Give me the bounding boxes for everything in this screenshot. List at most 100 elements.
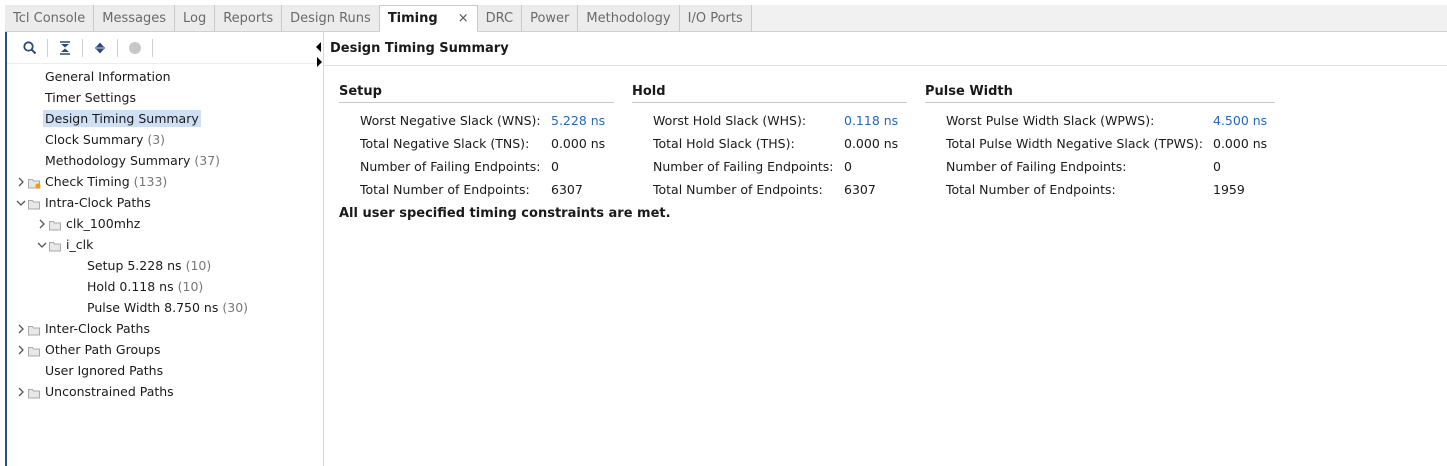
kv-key: Total Hold Slack (THS): bbox=[653, 136, 795, 151]
kv-value: 6307 bbox=[844, 182, 876, 197]
tree-item-methodology-summary[interactable]: Methodology Summary (37) bbox=[7, 150, 323, 171]
kv-key: Number of Failing Endpoints: bbox=[360, 159, 541, 174]
tree-item-label: i_clk bbox=[64, 236, 95, 253]
tree-item-clk-100mhz[interactable]: clk_100mhz bbox=[7, 213, 323, 234]
tab-label: Messages bbox=[102, 10, 166, 26]
tree-item-label: User Ignored Paths bbox=[43, 362, 165, 379]
kv-key: Worst Hold Slack (WHS): bbox=[653, 113, 807, 128]
chevron-right-icon[interactable] bbox=[15, 386, 27, 398]
tab-io-ports[interactable]: I/O Ports bbox=[679, 5, 752, 31]
kv-row: Total Number of Endpoints: 6307 bbox=[339, 178, 614, 201]
tree-item-design-timing-summary[interactable]: Design Timing Summary bbox=[7, 108, 323, 129]
tree-item-intra-clock-paths[interactable]: Intra-Clock Paths bbox=[7, 192, 323, 213]
tree-item-general-information[interactable]: General Information bbox=[7, 66, 323, 87]
tree-item-text: i_clk bbox=[66, 237, 94, 252]
tree-item-text: clk_100mhz bbox=[66, 216, 141, 231]
chevron-down-icon[interactable] bbox=[15, 197, 27, 209]
panel-splitter[interactable] bbox=[315, 42, 323, 73]
tree-item-count: (133) bbox=[133, 174, 168, 189]
tree-item-check-timing[interactable]: Check Timing (133) bbox=[7, 171, 323, 192]
tab-label: Methodology bbox=[586, 10, 671, 26]
splitter-arrows-icon bbox=[316, 42, 322, 67]
tree-item-text: Other Path Groups bbox=[45, 342, 161, 357]
timing-summary-panel: Design Timing Summary Setup Worst Negati… bbox=[323, 32, 1447, 466]
section-title: Pulse Width bbox=[925, 84, 1275, 103]
tree-item-unconstrained-paths[interactable]: Unconstrained Paths bbox=[7, 381, 323, 402]
tree-item-hold[interactable]: Hold 0.118 ns (10) bbox=[7, 276, 323, 297]
tree-item-user-ignored-paths[interactable]: User Ignored Paths bbox=[7, 360, 323, 381]
search-button[interactable] bbox=[17, 36, 43, 60]
tab-log[interactable]: Log bbox=[174, 5, 216, 31]
tree-item-text: Intra-Clock Paths bbox=[45, 195, 151, 210]
tree-item-text: Check Timing bbox=[45, 174, 130, 189]
kv-row: Worst Hold Slack (WHS): 0.118 ns bbox=[632, 109, 907, 132]
tree-item-setup[interactable]: Setup 5.228 ns (10) bbox=[7, 255, 323, 276]
kv-key: Total Number of Endpoints: bbox=[653, 182, 823, 197]
tree-item-text: Hold 0.118 ns bbox=[87, 279, 174, 294]
kv-row: Total Hold Slack (THS): 0.000 ns bbox=[632, 132, 907, 155]
tab-timing[interactable]: Timing × bbox=[379, 5, 478, 32]
chevron-right-icon[interactable] bbox=[15, 344, 27, 356]
tab-drc[interactable]: DRC bbox=[477, 5, 523, 31]
tree-item-i-clk[interactable]: i_clk bbox=[7, 234, 323, 255]
chevron-down-icon[interactable] bbox=[36, 239, 48, 251]
timing-window: Tcl Console Messages Log Reports Design … bbox=[0, 0, 1447, 466]
expand-all-button[interactable] bbox=[87, 36, 113, 60]
tab-tcl-console[interactable]: Tcl Console bbox=[5, 5, 95, 31]
tree-item-other-path-groups[interactable]: Other Path Groups bbox=[7, 339, 323, 360]
tree-item-timer-settings[interactable]: Timer Settings bbox=[7, 87, 323, 108]
tree-item-label: Other Path Groups bbox=[43, 341, 162, 358]
kv-value-link[interactable]: 0.118 ns bbox=[844, 113, 898, 128]
kv-value-link[interactable]: 4.500 ns bbox=[1213, 113, 1267, 128]
tab-label: Timing bbox=[387, 11, 438, 26]
timing-tree: General Information Timer Settings Desig… bbox=[7, 64, 323, 402]
tree-item-text: Clock Summary bbox=[45, 132, 144, 147]
tree-item-text: Pulse Width 8.750 ns bbox=[87, 300, 219, 315]
tab-reports[interactable]: Reports bbox=[215, 5, 283, 31]
collapse-all-icon bbox=[60, 40, 70, 55]
toolbar-separator bbox=[82, 38, 83, 57]
tree-item-label: Clock Summary (3) bbox=[43, 131, 167, 148]
folder-icon bbox=[49, 219, 61, 231]
tree-item-count: (30) bbox=[222, 300, 249, 315]
tab-methodology[interactable]: Methodology bbox=[578, 5, 680, 31]
tab-messages[interactable]: Messages bbox=[94, 5, 175, 31]
toolbar-separator bbox=[47, 38, 48, 57]
chevron-right-icon[interactable] bbox=[15, 323, 27, 335]
tree-item-count: (37) bbox=[194, 153, 221, 168]
kv-key: Worst Negative Slack (WNS): bbox=[360, 113, 541, 128]
kv-value-link[interactable]: 5.228 ns bbox=[551, 113, 605, 128]
tree-item-clock-summary[interactable]: Clock Summary (3) bbox=[7, 129, 323, 150]
chevron-right-icon[interactable] bbox=[15, 176, 27, 188]
kv-value: 0.000 ns bbox=[1213, 136, 1268, 151]
section-title: Hold bbox=[632, 84, 907, 103]
tree-item-label: Inter-Clock Paths bbox=[43, 320, 152, 337]
folder-icon bbox=[28, 198, 40, 210]
tree-item-inter-clock-paths[interactable]: Inter-Clock Paths bbox=[7, 318, 323, 339]
chevron-right-icon[interactable] bbox=[36, 218, 48, 230]
tree-item-label: Setup 5.228 ns (10) bbox=[85, 257, 213, 274]
kv-row: Worst Pulse Width Slack (WPWS): 4.500 ns bbox=[925, 109, 1275, 132]
collapse-all-button[interactable] bbox=[52, 36, 78, 60]
tab-label: DRC bbox=[485, 10, 514, 26]
tree-item-text: Design Timing Summary bbox=[45, 111, 199, 126]
kv-value: 0.000 ns bbox=[551, 136, 606, 151]
kv-value: 0.000 ns bbox=[844, 136, 899, 151]
search-icon bbox=[23, 40, 37, 54]
kv-value: 0 bbox=[844, 159, 852, 174]
panel-title: Design Timing Summary bbox=[324, 32, 1447, 66]
tree-item-text: Unconstrained Paths bbox=[45, 384, 174, 399]
toolbar-separator bbox=[152, 38, 153, 57]
stop-icon bbox=[129, 41, 141, 54]
pulse-width-section: Pulse Width Worst Pulse Width Slack (WPW… bbox=[925, 84, 1275, 201]
tree-item-count: (10) bbox=[185, 258, 212, 273]
stop-button[interactable] bbox=[122, 36, 148, 60]
tree-item-text: Timer Settings bbox=[45, 90, 136, 105]
tree-item-text: Inter-Clock Paths bbox=[45, 321, 150, 336]
tree-item-label: Check Timing (133) bbox=[43, 173, 169, 190]
tab-power[interactable]: Power bbox=[522, 5, 579, 31]
tree-item-count: (3) bbox=[147, 132, 166, 147]
close-icon[interactable]: × bbox=[458, 11, 469, 26]
tree-item-pulse-width[interactable]: Pulse Width 8.750 ns (30) bbox=[7, 297, 323, 318]
tab-design-runs[interactable]: Design Runs bbox=[282, 5, 380, 31]
